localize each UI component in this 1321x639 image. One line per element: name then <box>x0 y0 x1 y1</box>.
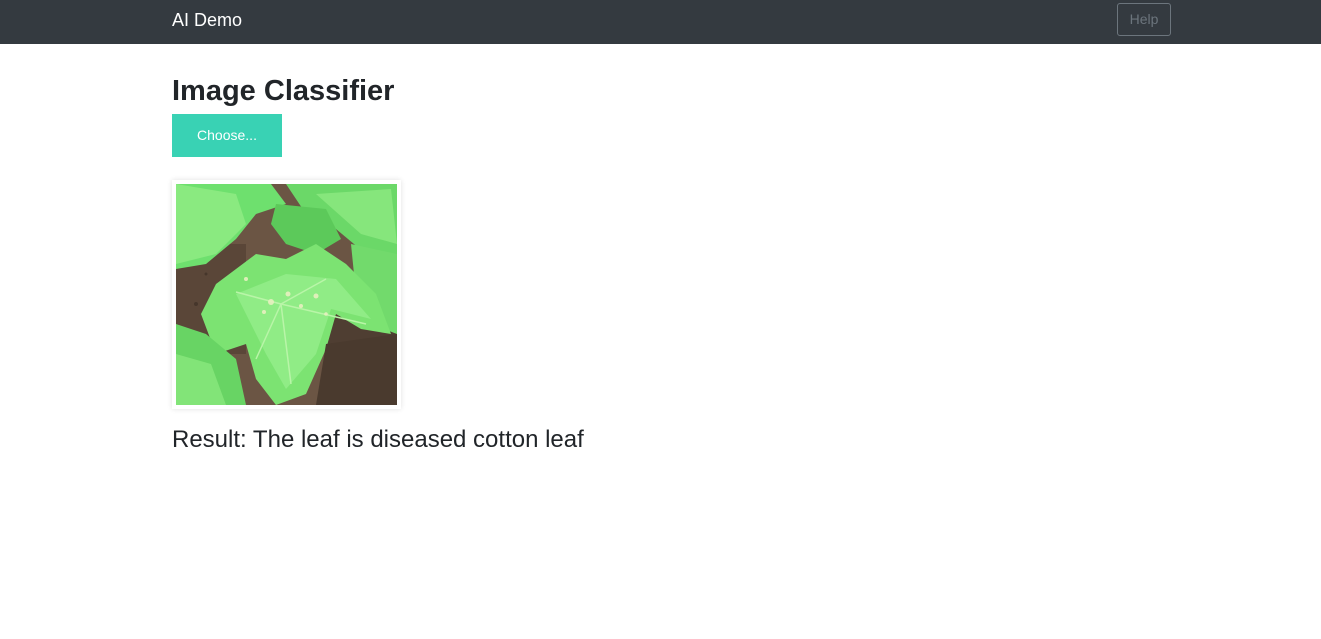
leaf-image <box>176 184 397 405</box>
page-title: Image Classifier <box>172 75 395 107</box>
image-preview <box>172 180 401 409</box>
result-text: Result: The leaf is diseased cotton leaf <box>172 426 584 453</box>
top-navbar: AI Demo Help <box>0 0 1321 44</box>
choose-file-button[interactable]: Choose... <box>172 114 282 157</box>
brand-link[interactable]: AI Demo <box>172 9 242 31</box>
help-button[interactable]: Help <box>1117 3 1171 36</box>
